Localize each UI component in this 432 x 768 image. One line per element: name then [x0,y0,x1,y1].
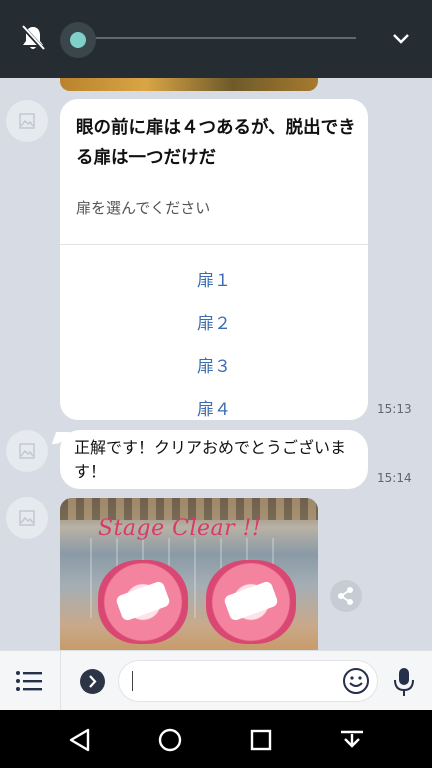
avatar[interactable] [6,430,48,472]
share-icon [338,587,353,605]
nav-recents-icon[interactable] [247,726,275,754]
text-caret [132,671,133,691]
expand-button[interactable] [80,669,105,694]
flower-decoration [98,560,188,644]
image-placeholder-icon [19,510,35,526]
audio-progress-track[interactable] [90,37,356,39]
chat-area[interactable]: 眼の前に扉は４つあるが、脱出できる扉は一つだけだ 扉を選んでください 扉１ 扉２… [0,78,432,650]
system-nav-bar [0,710,432,768]
message-input[interactable] [118,660,378,702]
nav-home-icon[interactable] [156,726,184,754]
divider [60,651,61,711]
message-time: 15:14 [377,471,412,485]
avatar[interactable] [6,100,48,142]
nav-back-icon[interactable] [66,726,94,754]
image-placeholder-icon [19,113,35,129]
bell-off-icon[interactable] [20,24,46,52]
smiley-icon[interactable] [342,667,370,695]
question-card: 眼の前に扉は４つあるが、脱出できる扉は一つだけだ 扉を選んでください 扉１ 扉２… [60,99,368,420]
option-door-4[interactable]: 扉４ [60,395,368,420]
option-door-1[interactable]: 扉１ [60,266,368,291]
nav-hide-keyboard-icon[interactable] [338,726,366,754]
microphone-icon[interactable] [392,667,416,697]
stage-clear-caption: Stage Clear !! [98,516,262,541]
option-door-3[interactable]: 扉３ [60,352,368,377]
card-title: 眼の前に扉は４つあるが、脱出できる扉は一つだけだ [76,118,356,168]
reply-bubble[interactable]: 正解です！クリアおめでとうございます！ [60,430,368,489]
card-subtitle: 扉を選んでください [76,199,211,217]
message-input-bar [0,650,432,711]
share-button[interactable] [330,580,362,612]
previous-image-edge [60,78,318,91]
chevron-down-icon[interactable] [390,28,412,48]
option-door-2[interactable]: 扉２ [60,309,368,334]
image-placeholder-icon [19,443,35,459]
flower-decoration [206,560,296,644]
reply-text: 正解です！クリアおめでとうございます！ [74,438,347,481]
avatar[interactable] [6,497,48,539]
chevron-right-icon [89,675,97,688]
audio-player-bar [0,0,432,78]
message-time: 15:13 [377,402,412,416]
divider [60,244,368,245]
audio-progress-knob[interactable] [60,22,96,58]
stage-clear-image[interactable]: Stage Clear !! [60,498,318,650]
menu-list-icon[interactable] [14,669,44,693]
